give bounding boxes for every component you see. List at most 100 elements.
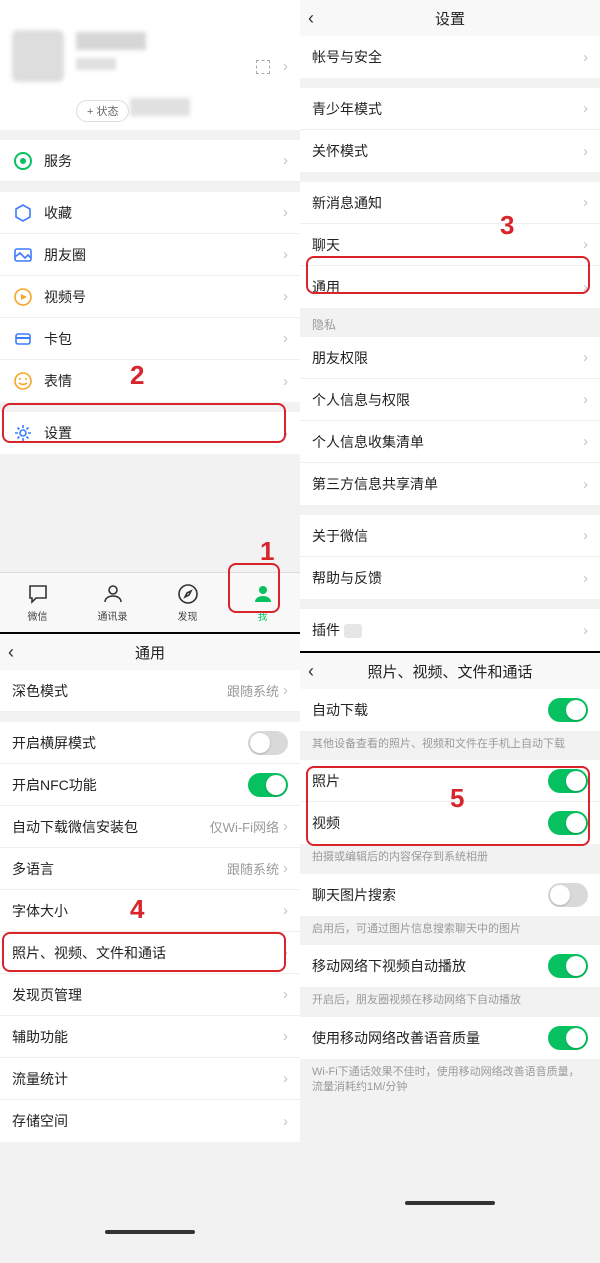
row-label: 开启横屏模式	[12, 733, 248, 753]
row-language[interactable]: 多语言 跟随系统 ›	[0, 848, 300, 890]
row-traffic[interactable]: 流量统计 ›	[0, 1058, 300, 1100]
tab-label: 我	[258, 608, 268, 623]
chevron-right-icon: ›	[583, 236, 588, 253]
toggle-landscape[interactable]	[248, 731, 288, 755]
row-img-search[interactable]: 聊天图片搜索	[300, 874, 600, 916]
gear-icon	[12, 422, 34, 444]
header-general: ‹ 通用	[0, 634, 300, 670]
row-mobile-play[interactable]: 移动网络下视频自动播放	[300, 945, 600, 987]
row-chat[interactable]: 聊天 ›	[300, 224, 600, 266]
row-value: 仅Wi-Fi网络	[210, 817, 279, 836]
row-label: 关于微信	[312, 526, 583, 546]
row-personal-info[interactable]: 个人信息与权限 ›	[300, 379, 600, 421]
row-assist[interactable]: 辅助功能 ›	[0, 1016, 300, 1058]
row-storage[interactable]: 存储空间 ›	[0, 1100, 300, 1142]
favorites-icon	[12, 202, 34, 224]
row-auto-download[interactable]: 自动下载微信安装包 仅Wi-Fi网络 ›	[0, 806, 300, 848]
row-nfc[interactable]: 开启NFC功能	[0, 764, 300, 806]
bottom-tab-bar: 微信 通讯录 发现 我	[0, 572, 300, 632]
toggle-img-search[interactable]	[548, 883, 588, 907]
back-button[interactable]: ‹	[8, 634, 14, 670]
back-button[interactable]: ‹	[308, 653, 314, 689]
back-button[interactable]: ‹	[308, 0, 314, 36]
chevron-right-icon: ›	[283, 1028, 288, 1045]
row-label: 个人信息收集清单	[312, 432, 583, 452]
row-label: 开启NFC功能	[12, 775, 248, 795]
row-label: 朋友权限	[312, 348, 583, 368]
row-label: 服务	[44, 151, 283, 171]
row-label: 视频	[312, 813, 548, 833]
row-cards[interactable]: 卡包 ›	[0, 318, 300, 360]
row-landscape[interactable]: 开启横屏模式	[0, 722, 300, 764]
toggle-auto-download[interactable]	[548, 698, 588, 722]
chevron-right-icon: ›	[283, 58, 288, 75]
row-plugins[interactable]: 插件 ›	[300, 609, 600, 651]
row-label: 青少年模式	[312, 99, 583, 119]
row-value: 跟随系统	[227, 681, 279, 700]
row-thirdparty[interactable]: 第三方信息共享清单 ›	[300, 463, 600, 505]
row-font-size[interactable]: 字体大小 ›	[0, 890, 300, 932]
toggle-nfc[interactable]	[248, 773, 288, 797]
status-blur	[130, 98, 190, 116]
qr-icon[interactable]	[256, 60, 270, 74]
row-video[interactable]: 视频	[300, 802, 600, 844]
row-label: 收藏	[44, 203, 283, 223]
chevron-right-icon: ›	[583, 100, 588, 117]
row-label: 存储空间	[12, 1111, 283, 1131]
chevron-right-icon: ›	[583, 476, 588, 493]
row-account-security[interactable]: 帐号与安全 ›	[300, 36, 600, 78]
chevron-right-icon: ›	[283, 246, 288, 263]
row-label: 新消息通知	[312, 193, 583, 213]
chevron-right-icon: ›	[583, 143, 588, 160]
row-label: 聊天图片搜索	[312, 885, 548, 905]
row-friends-perm[interactable]: 朋友权限 ›	[300, 337, 600, 379]
row-notifications[interactable]: 新消息通知 ›	[300, 182, 600, 224]
row-label: 发现页管理	[12, 985, 283, 1005]
row-label: 字体大小	[12, 901, 283, 921]
toggle-video[interactable]	[548, 811, 588, 835]
chevron-right-icon: ›	[283, 1113, 288, 1130]
chevron-right-icon: ›	[283, 682, 288, 699]
note-auto-download: 其他设备查看的照片、视频和文件在手机上自动下载	[300, 731, 600, 760]
tab-contacts[interactable]: 通讯录	[75, 573, 150, 632]
row-dark-mode[interactable]: 深色模式 跟随系统 ›	[0, 670, 300, 712]
row-label: 帐号与安全	[312, 47, 583, 67]
row-label: 流量统计	[12, 1069, 283, 1089]
row-care-mode[interactable]: 关怀模式 ›	[300, 130, 600, 172]
chevron-right-icon: ›	[283, 860, 288, 877]
chevron-right-icon: ›	[283, 204, 288, 221]
row-services[interactable]: 服务 ›	[0, 140, 300, 182]
chevron-right-icon: ›	[283, 152, 288, 169]
row-info-collect[interactable]: 个人信息收集清单 ›	[300, 421, 600, 463]
row-media-files[interactable]: 照片、视频、文件和通话 ›	[0, 932, 300, 974]
profile-header[interactable]: › + 状态	[0, 0, 300, 130]
row-voice-quality[interactable]: 使用移动网络改善语音质量	[300, 1017, 600, 1059]
row-discover-mgmt[interactable]: 发现页管理 ›	[0, 974, 300, 1016]
chevron-right-icon: ›	[583, 349, 588, 366]
toggle-photo[interactable]	[548, 769, 588, 793]
row-label: 自动下载微信安装包	[12, 817, 210, 837]
note-mobile-play: 开启后，朋友圈视频在移动网络下自动播放	[300, 987, 600, 1016]
row-about[interactable]: 关于微信 ›	[300, 515, 600, 557]
row-teen-mode[interactable]: 青少年模式 ›	[300, 88, 600, 130]
row-favorites[interactable]: 收藏 ›	[0, 192, 300, 234]
chevron-right-icon: ›	[283, 818, 288, 835]
row-channels[interactable]: 视频号 ›	[0, 276, 300, 318]
header-media: ‹ 照片、视频、文件和通话	[300, 653, 600, 689]
row-auto-download[interactable]: 自动下载	[300, 689, 600, 731]
status-pill[interactable]: + 状态	[76, 100, 129, 122]
tab-discover[interactable]: 发现	[150, 573, 225, 632]
row-stickers[interactable]: 表情 ›	[0, 360, 300, 402]
row-settings[interactable]: 设置 ›	[0, 412, 300, 454]
row-help[interactable]: 帮助与反馈 ›	[300, 557, 600, 599]
chat-icon	[26, 582, 50, 606]
tab-me[interactable]: 我	[225, 573, 300, 632]
row-label: 通用	[312, 277, 583, 297]
row-label: 深色模式	[12, 681, 227, 701]
toggle-mobile-play[interactable]	[548, 954, 588, 978]
row-photo[interactable]: 照片	[300, 760, 600, 802]
row-general[interactable]: 通用 ›	[300, 266, 600, 308]
tab-chat[interactable]: 微信	[0, 573, 75, 632]
row-moments[interactable]: 朋友圈 ›	[0, 234, 300, 276]
toggle-voice-quality[interactable]	[548, 1026, 588, 1050]
